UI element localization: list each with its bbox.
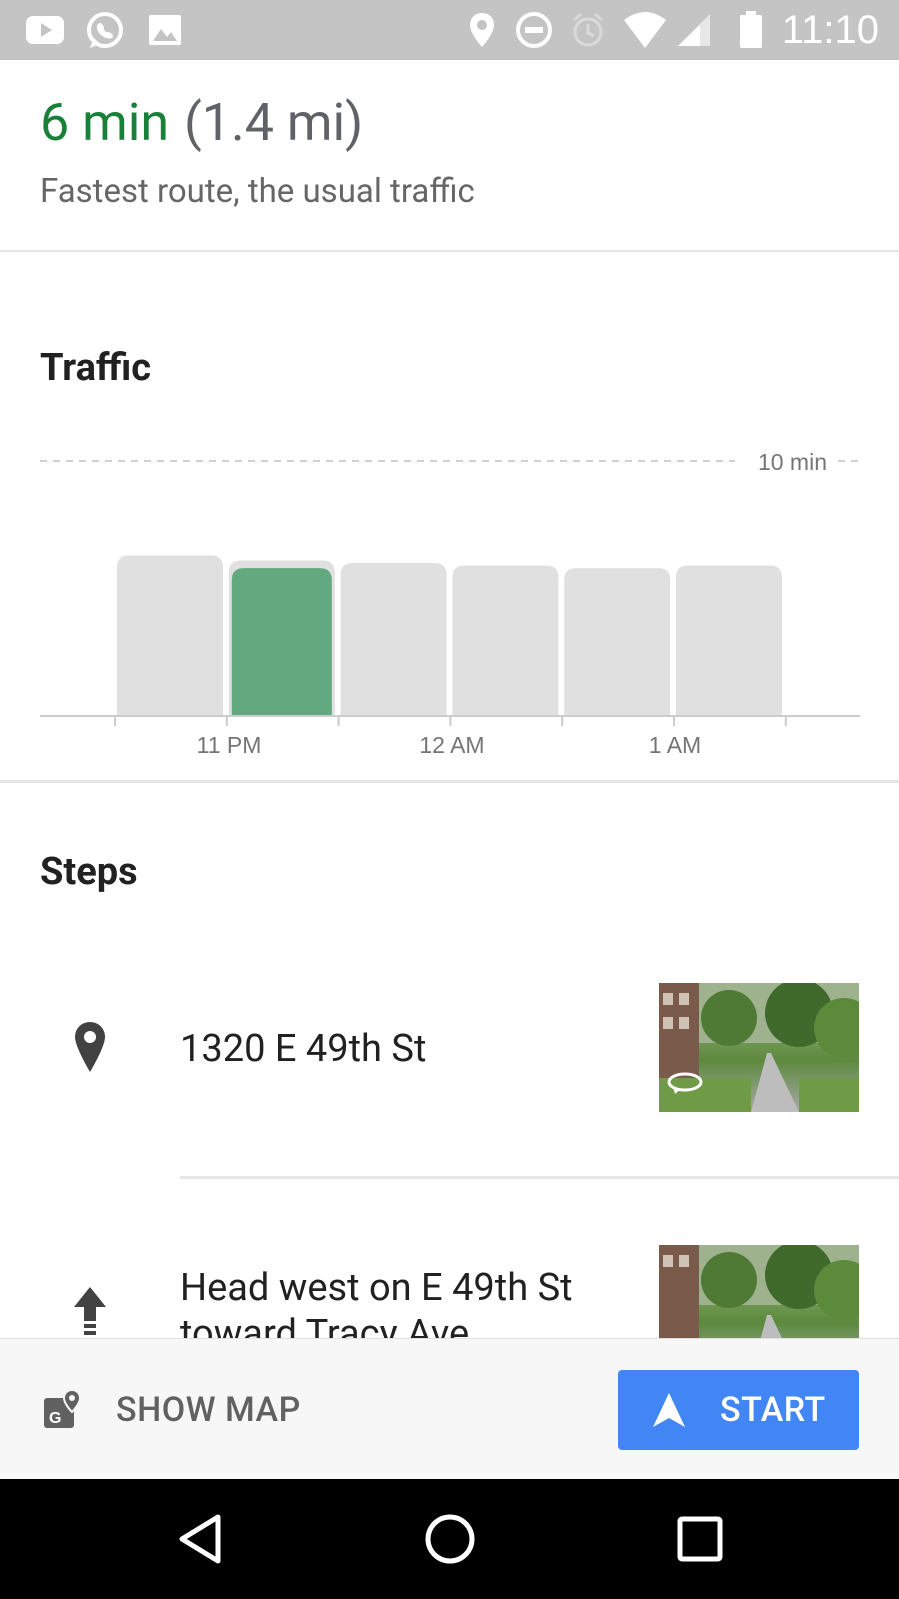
chart-tick-label: 12 AM bbox=[419, 732, 484, 758]
wifi-icon bbox=[624, 12, 666, 48]
traffic-bar[interactable] bbox=[340, 563, 447, 716]
alarm-icon bbox=[573, 12, 603, 47]
step-divider bbox=[180, 1176, 899, 1179]
image-icon bbox=[149, 15, 181, 45]
location-icon bbox=[470, 13, 494, 47]
route-description: Fastest route, the usual traffic bbox=[40, 172, 475, 211]
route-distance: (1.4 mi) bbox=[184, 92, 364, 153]
system-nav-bar bbox=[0, 1479, 899, 1599]
traffic-bar[interactable] bbox=[452, 565, 559, 716]
traffic-heading: Traffic bbox=[40, 346, 152, 390]
traffic-bar[interactable] bbox=[117, 555, 223, 716]
traffic-chart: 10 min 11 PM 12 AM 1 AM bbox=[0, 430, 899, 770]
route-summary[interactable]: 6 min (1.4 mi) Fastest route, the usual … bbox=[0, 60, 899, 252]
dnd-icon bbox=[516, 12, 552, 48]
rotate-360-icon bbox=[667, 1072, 703, 1094]
show-map-label: SHOW MAP bbox=[116, 1390, 301, 1430]
traffic-bar-current[interactable] bbox=[231, 568, 332, 716]
start-navigation-button[interactable]: START bbox=[618, 1370, 859, 1450]
place-pin-icon bbox=[75, 1022, 105, 1072]
status-clock: 11:10 bbox=[781, 8, 879, 52]
arrow-up-icon bbox=[74, 1287, 106, 1335]
show-map-button[interactable]: G SHOW MAP bbox=[40, 1375, 301, 1445]
step-text: 1320 E 49th St bbox=[180, 1027, 427, 1071]
status-bar: 11:10 bbox=[0, 0, 899, 60]
traffic-bar[interactable] bbox=[564, 568, 671, 716]
action-bar: G SHOW MAP START bbox=[0, 1338, 899, 1479]
reference-line-label: 10 min bbox=[758, 449, 827, 475]
whatsapp-icon bbox=[87, 12, 123, 48]
navigation-arrow-icon bbox=[653, 1393, 685, 1427]
step-item[interactable]: Head west on E 49th St toward Tracy Ave bbox=[0, 1245, 899, 1345]
battery-icon bbox=[740, 11, 762, 48]
back-icon[interactable] bbox=[176, 1509, 226, 1569]
recents-icon[interactable] bbox=[676, 1509, 724, 1569]
start-label: START bbox=[720, 1390, 826, 1430]
street-view-thumbnail[interactable] bbox=[659, 1245, 859, 1345]
traffic-bar[interactable] bbox=[676, 565, 782, 716]
step-text: Head west on E 49th St toward Tracy Ave bbox=[180, 1266, 573, 1345]
step-item[interactable]: 1320 E 49th St bbox=[0, 980, 899, 1180]
svg-text:G: G bbox=[49, 1410, 61, 1427]
chart-tick-label: 1 AM bbox=[649, 732, 701, 758]
street-view-image bbox=[659, 1245, 859, 1345]
signal-icon bbox=[678, 14, 710, 46]
section-divider bbox=[0, 780, 899, 783]
street-view-thumbnail[interactable] bbox=[659, 983, 859, 1112]
map-icon: G bbox=[44, 1388, 82, 1428]
home-icon[interactable] bbox=[422, 1509, 478, 1569]
route-duration: 6 min bbox=[40, 92, 170, 153]
youtube-icon bbox=[26, 16, 64, 44]
steps-heading: Steps bbox=[40, 850, 138, 894]
chart-tick-label: 11 PM bbox=[197, 732, 262, 758]
